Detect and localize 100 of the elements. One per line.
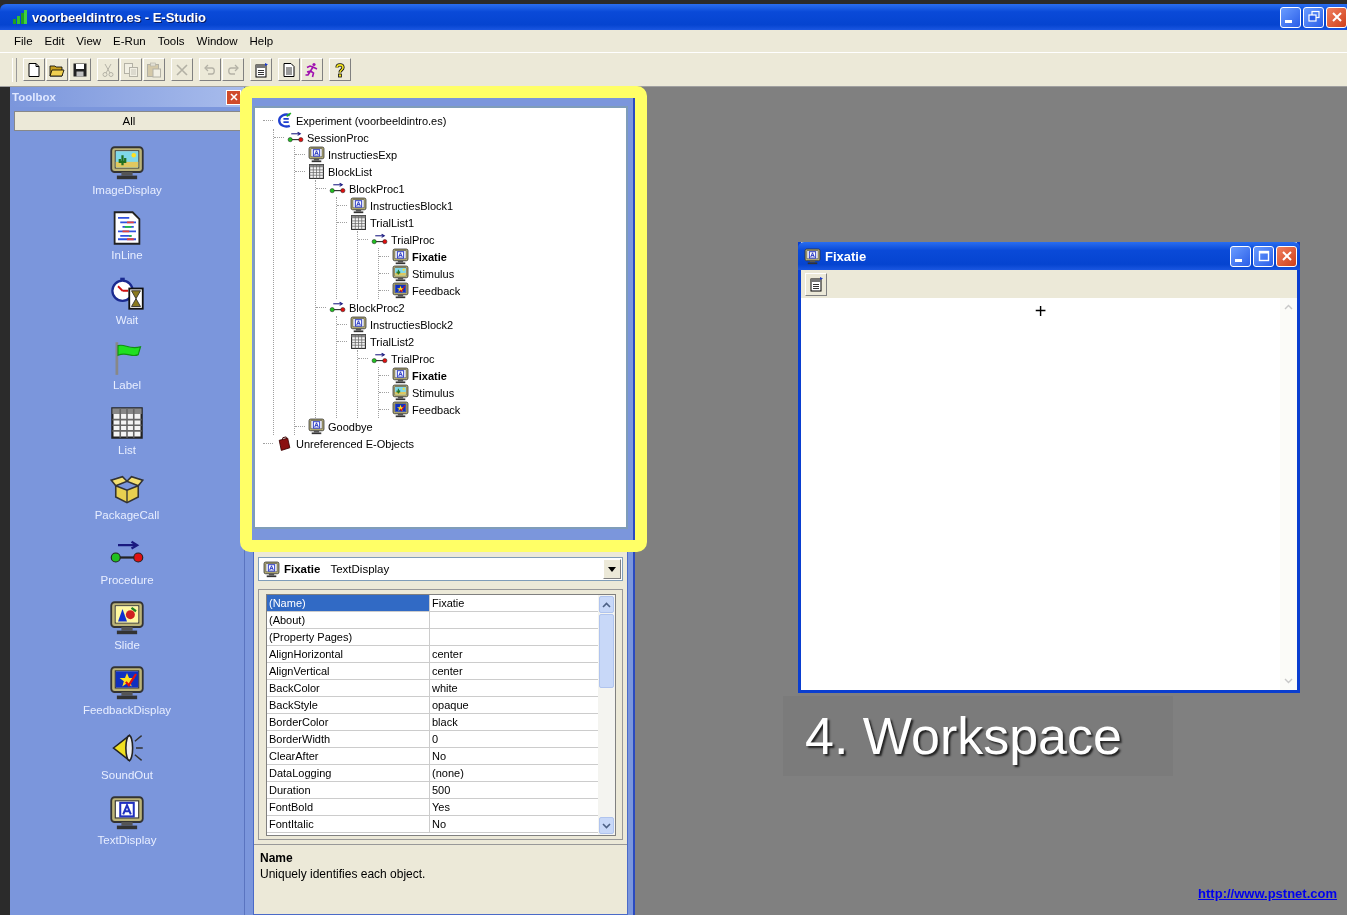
briefcase-icon <box>276 435 293 452</box>
property-name-cell[interactable]: BorderColor <box>267 714 430 730</box>
tree-item[interactable]: Fixatie <box>412 250 447 263</box>
close-button[interactable] <box>1326 6 1347 28</box>
toolbar-button[interactable] <box>250 58 272 81</box>
tree-item[interactable]: InstructiesBlock1 <box>370 199 454 212</box>
list-icon <box>350 214 367 231</box>
caret-icon <box>608 566 616 572</box>
property-name-cell[interactable]: AlignVertical <box>267 663 430 679</box>
property-name-cell[interactable]: DataLogging <box>267 765 430 781</box>
running-figure-icon <box>304 61 320 78</box>
experiment-icon <box>276 112 293 129</box>
monitor-icon <box>109 600 145 636</box>
property-value-cell[interactable]: 0 <box>430 731 598 747</box>
property-name-cell[interactable]: FontItalic <box>267 816 430 832</box>
help-icon <box>332 61 348 78</box>
toolbar-button[interactable] <box>46 58 68 81</box>
property-name-cell[interactable]: (Property Pages) <box>267 629 430 645</box>
menu-item[interactable]: Edit <box>38 35 71 47</box>
object-name: Fixatie <box>284 563 321 575</box>
monitor-icon <box>350 197 367 214</box>
property-value-cell[interactable]: center <box>430 663 598 679</box>
property-name-cell[interactable]: BorderWidth <box>267 731 430 747</box>
menu-item[interactable]: Help <box>243 35 280 47</box>
scrollbar[interactable] <box>598 595 615 835</box>
tree-item[interactable]: Feedback <box>412 284 461 297</box>
tree-item[interactable]: SessionProc <box>307 131 369 144</box>
property-value-cell[interactable]: black <box>430 714 598 730</box>
monitor-icon <box>804 247 821 265</box>
tree-item[interactable]: Unreferenced E-Objects <box>296 437 414 450</box>
menu-item[interactable]: E-Run <box>107 35 152 47</box>
property-value-cell[interactable]: 500 <box>430 782 598 798</box>
tree-item[interactable]: Feedback <box>412 403 461 416</box>
monitor-icon <box>392 265 409 282</box>
property-value-cell[interactable]: white <box>430 680 598 696</box>
app-icon <box>12 9 28 25</box>
tree-item[interactable]: InstructiesExp <box>328 148 398 161</box>
property-value-cell[interactable]: opaque <box>430 697 598 713</box>
toolbar-button[interactable] <box>278 58 300 81</box>
scroll-thumb[interactable] <box>599 614 614 688</box>
object-selector[interactable]: Fixatie TextDisplay <box>258 557 623 581</box>
tree-item[interactable]: Stimulus <box>412 386 455 399</box>
property-value-cell[interactable]: Fixatie <box>430 595 598 611</box>
window-title: voorbeeldintro.es - E-Studio <box>32 9 207 25</box>
tree-item[interactable]: TrialProc <box>391 352 435 365</box>
scissors-icon <box>100 61 116 78</box>
description-title: Name <box>260 851 294 865</box>
tree-item[interactable]: Stimulus <box>412 267 455 280</box>
script-document-icon <box>281 61 297 78</box>
menu-item[interactable]: Tools <box>151 35 191 47</box>
toolbar-button[interactable] <box>301 58 323 81</box>
menu-item[interactable]: View <box>70 35 108 47</box>
property-name-cell[interactable]: ClearAfter <box>267 748 430 764</box>
toolbar-button[interactable] <box>69 58 91 81</box>
tree-item[interactable]: Experiment (voorbeeldintro.es) <box>296 114 447 127</box>
restore-button[interactable] <box>1303 6 1324 28</box>
tree-item[interactable]: BlockProc2 <box>349 301 405 314</box>
tree-item[interactable]: Fixatie <box>412 369 447 382</box>
tree-item[interactable]: BlockList <box>328 165 373 178</box>
tree-item[interactable]: InstructiesBlock2 <box>370 318 454 331</box>
properties-icon <box>808 276 824 292</box>
property-value-cell[interactable]: (none) <box>430 765 598 781</box>
minimize-icon <box>1235 258 1242 262</box>
object-type: TextDisplay <box>330 563 390 575</box>
property-value-cell[interactable]: No <box>430 748 598 764</box>
property-name-cell[interactable]: FontBold <box>267 799 430 815</box>
tree-item[interactable]: BlockProc1 <box>349 182 405 195</box>
dropdown-button[interactable] <box>603 559 621 579</box>
scroll-up-button[interactable] <box>599 596 614 613</box>
new-document-icon <box>26 61 42 78</box>
delete-x-icon <box>174 61 190 78</box>
tree-item[interactable]: TrialList1 <box>370 216 415 229</box>
toolbar-button[interactable] <box>23 58 45 81</box>
menu-item[interactable]: File <box>8 35 39 47</box>
maximize-button[interactable] <box>1253 245 1274 267</box>
tree-item[interactable]: Goodbye <box>328 420 373 433</box>
property-value-cell[interactable]: center <box>430 646 598 662</box>
menu-item[interactable]: Window <box>190 35 244 47</box>
minimize-button[interactable] <box>1230 245 1251 267</box>
minimize-button[interactable] <box>1280 6 1301 28</box>
window-title: Fixatie <box>825 248 867 264</box>
property-name-cell[interactable]: (About) <box>267 612 430 628</box>
tree-item[interactable]: TrialList2 <box>370 335 415 348</box>
list-icon <box>308 163 325 180</box>
close-button[interactable] <box>226 89 241 105</box>
tree-item[interactable]: TrialProc <box>391 233 435 246</box>
monitor-icon <box>308 418 325 435</box>
close-button[interactable] <box>1276 245 1297 267</box>
toolbar-button[interactable] <box>329 58 351 81</box>
monitor-icon <box>263 560 280 578</box>
property-name-cell[interactable]: Duration <box>267 782 430 798</box>
toolbar-button[interactable] <box>805 272 827 296</box>
property-name-cell[interactable]: (Name) <box>267 595 430 611</box>
stopwatch-hourglass-icon <box>109 275 145 311</box>
property-name-cell[interactable]: BackColor <box>267 680 430 696</box>
scroll-down-button[interactable] <box>599 817 614 834</box>
property-name-cell[interactable]: AlignHorizontal <box>267 646 430 662</box>
property-name-cell[interactable]: BackStyle <box>267 697 430 713</box>
property-value-cell[interactable]: Yes <box>430 799 598 815</box>
property-value-cell[interactable]: No <box>430 816 598 832</box>
